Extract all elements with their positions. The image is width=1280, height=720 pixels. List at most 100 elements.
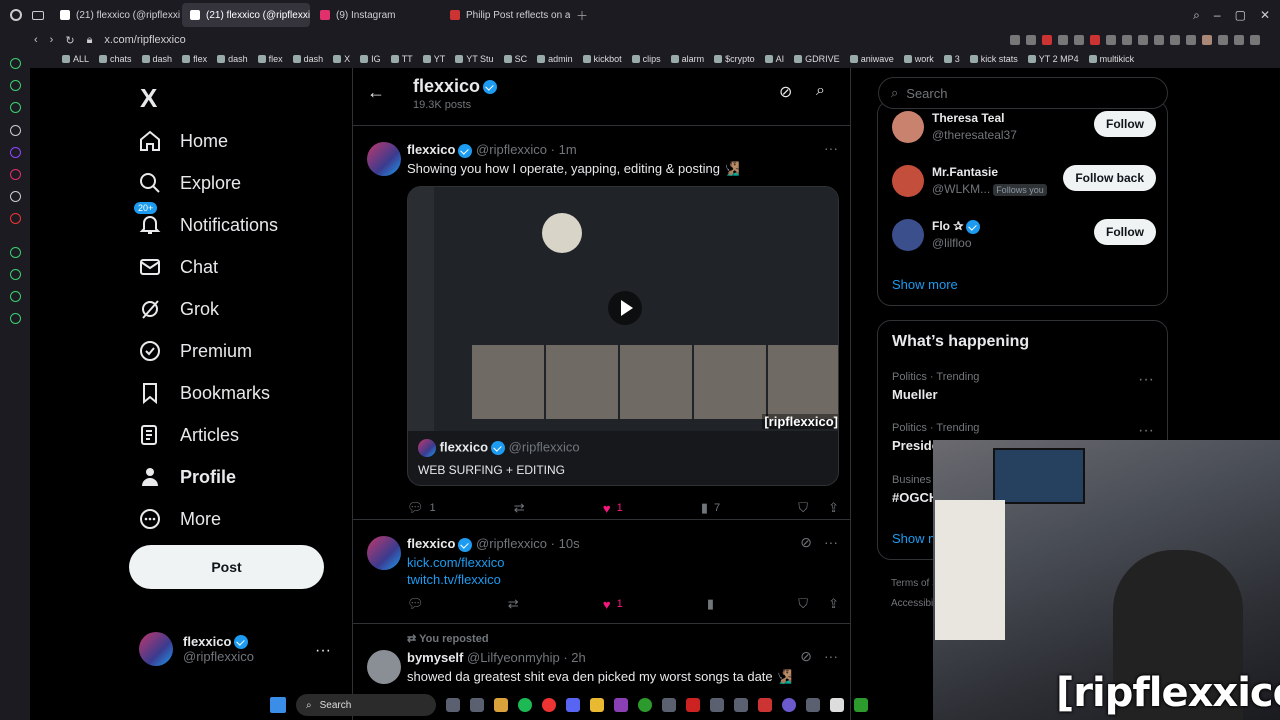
- follow-button[interactable]: Follow: [1094, 111, 1156, 137]
- reload-icon[interactable]: ↻: [65, 34, 74, 47]
- more-dots-icon[interactable]: ···: [1138, 422, 1154, 440]
- bookmark-item[interactable]: GDRIVE: [794, 54, 840, 64]
- grok-icon[interactable]: ⊘: [779, 82, 792, 102]
- settings-icon[interactable]: [10, 313, 21, 324]
- extension-icon[interactable]: [1186, 35, 1196, 45]
- more-dots-icon[interactable]: ···: [824, 534, 838, 550]
- x-logo[interactable]: X: [140, 83, 157, 114]
- video-thumbnail[interactable]: [ripflexxico]: [408, 187, 838, 431]
- more-dots-icon[interactable]: ···: [824, 648, 838, 664]
- bookmark-item[interactable]: chats: [99, 54, 132, 64]
- bookmark-icon[interactable]: ⛉: [798, 500, 808, 516]
- avatar[interactable]: [892, 111, 924, 143]
- share-icon[interactable]: ⇪: [828, 596, 839, 612]
- taskbar-app-icon[interactable]: [710, 698, 724, 712]
- reply-button[interactable]: 💬︎ 1: [407, 500, 436, 516]
- browser-tab[interactable]: Philip Post reflects on a de: [442, 3, 570, 27]
- account-switcher[interactable]: flexxico @ripflexxico ···: [139, 632, 339, 666]
- tweet-time[interactable]: · 2h: [563, 650, 585, 665]
- browser-tab[interactable]: (21) flexxico (@ripflexxico: [52, 3, 180, 27]
- kick-link[interactable]: kick.com/flexxico: [407, 554, 505, 571]
- xbox-icon[interactable]: [638, 698, 652, 712]
- bookmark-item[interactable]: kickbot: [582, 54, 622, 64]
- extension-icon[interactable]: [1010, 35, 1020, 45]
- twitch-link[interactable]: twitch.tv/flexxico: [407, 571, 505, 588]
- nav-articles[interactable]: Articles: [138, 414, 278, 456]
- extension-icon[interactable]: [1058, 35, 1068, 45]
- extension-icon[interactable]: [1154, 35, 1164, 45]
- extension-icon[interactable]: [1170, 35, 1180, 45]
- minimize-icon[interactable]: –: [1214, 8, 1221, 23]
- bookmark-item[interactable]: flex: [182, 54, 207, 64]
- maximize-icon[interactable]: ▢: [1235, 8, 1246, 23]
- play-icon[interactable]: [608, 291, 642, 325]
- tweet-time[interactable]: · 1m: [551, 142, 577, 157]
- bookmark-item[interactable]: SC: [503, 54, 527, 64]
- extension-icon[interactable]: [1122, 35, 1132, 45]
- bookmark-item[interactable]: YT 2 MP4: [1027, 54, 1079, 64]
- back-nav-icon[interactable]: ‹: [34, 34, 38, 46]
- sidebar-app-icon[interactable]: [10, 247, 21, 258]
- nav-more[interactable]: More: [138, 498, 278, 540]
- sidebar-app-icon[interactable]: [10, 125, 21, 136]
- follow-back-button[interactable]: Follow back: [1063, 165, 1156, 191]
- sidebar-app-icon[interactable]: [10, 102, 21, 113]
- repost-button[interactable]: ⇄: [514, 500, 525, 516]
- clock-icon[interactable]: [10, 269, 21, 280]
- avatar[interactable]: [367, 650, 401, 684]
- bookmark-item[interactable]: aniwave: [849, 54, 894, 64]
- extension-icon[interactable]: [1250, 35, 1260, 45]
- extension-icon[interactable]: [1090, 35, 1100, 45]
- search-tabs-icon[interactable]: ⌕: [1193, 8, 1200, 23]
- x-app-icon[interactable]: [10, 191, 21, 202]
- tweet[interactable]: flexxico @ripflexxico · 1m ··· Showing y…: [353, 130, 850, 520]
- sidebar-app-icon[interactable]: [10, 213, 21, 224]
- grok-icon[interactable]: ⊘: [800, 648, 812, 665]
- bookmark-item[interactable]: multikick: [1088, 54, 1134, 64]
- bookmark-item[interactable]: alarm: [670, 54, 704, 64]
- bookmark-item[interactable]: $crypto: [714, 54, 755, 64]
- nav-bookmarks[interactable]: Bookmarks: [138, 372, 278, 414]
- more-dots-icon[interactable]: ···: [1138, 371, 1154, 389]
- sidebar-app-icon[interactable]: [10, 80, 21, 91]
- avatar[interactable]: [367, 142, 401, 176]
- folder-icon[interactable]: [590, 698, 604, 712]
- sidebar-app-icon[interactable]: [10, 58, 21, 69]
- taskbar-app-icon[interactable]: [662, 698, 676, 712]
- bookmark-item[interactable]: dash: [141, 54, 172, 64]
- more-dots-icon[interactable]: ···: [315, 642, 331, 660]
- extension-icon[interactable]: [1218, 35, 1228, 45]
- taskbar-app-icon[interactable]: [470, 698, 484, 712]
- bookmark-icon[interactable]: ⛉: [798, 596, 808, 612]
- nav-explore[interactable]: Explore: [138, 162, 278, 204]
- forward-nav-icon[interactable]: ›: [50, 34, 54, 46]
- quoted-video-card[interactable]: [ripflexxico] flexxico @ripflexxico WEB …: [407, 186, 839, 486]
- bookmark-item[interactable]: admin: [537, 54, 573, 64]
- bookmark-item[interactable]: YT Stu: [455, 54, 494, 64]
- sidebar-app-icon[interactable]: [10, 291, 21, 302]
- tweet[interactable]: flexxico @ripflexxico · 10s ⊘ ··· kick.c…: [353, 524, 850, 624]
- trend-item[interactable]: Politics · Trending Mueller ···: [892, 371, 1154, 402]
- like-button[interactable]: ♥ 1: [603, 500, 623, 516]
- avatar[interactable]: [892, 165, 924, 197]
- profile-avatar-icon[interactable]: [1202, 35, 1212, 45]
- suggested-account[interactable]: Mr.Fantasie @WLKM... Follows you Follow b…: [892, 165, 1156, 205]
- taskbar-search[interactable]: ⌕ Search: [296, 694, 436, 716]
- reply-button[interactable]: 💬︎: [407, 596, 424, 612]
- author-name[interactable]: flexxico: [407, 142, 455, 157]
- bookmark-item[interactable]: dash: [292, 54, 323, 64]
- browser-menu-icon[interactable]: [10, 9, 22, 21]
- instagram-icon[interactable]: [10, 169, 21, 180]
- follow-button[interactable]: Follow: [1094, 219, 1156, 245]
- opera-icon[interactable]: [542, 698, 556, 712]
- extension-icon[interactable]: [1106, 35, 1116, 45]
- search-icon[interactable]: ⌕: [816, 82, 825, 100]
- author-name[interactable]: bymyself: [407, 650, 463, 665]
- bookmark-item[interactable]: clips: [631, 54, 661, 64]
- more-dots-icon[interactable]: ···: [824, 140, 838, 156]
- taskbar-app-icon[interactable]: [758, 698, 772, 712]
- new-tab-icon[interactable]: ＋: [576, 7, 588, 24]
- show-more-link[interactable]: Show more: [892, 277, 958, 292]
- bookmark-item[interactable]: work: [903, 54, 934, 64]
- browser-tab-active[interactable]: (21) flexxico (@ripflexxico✕: [182, 3, 310, 27]
